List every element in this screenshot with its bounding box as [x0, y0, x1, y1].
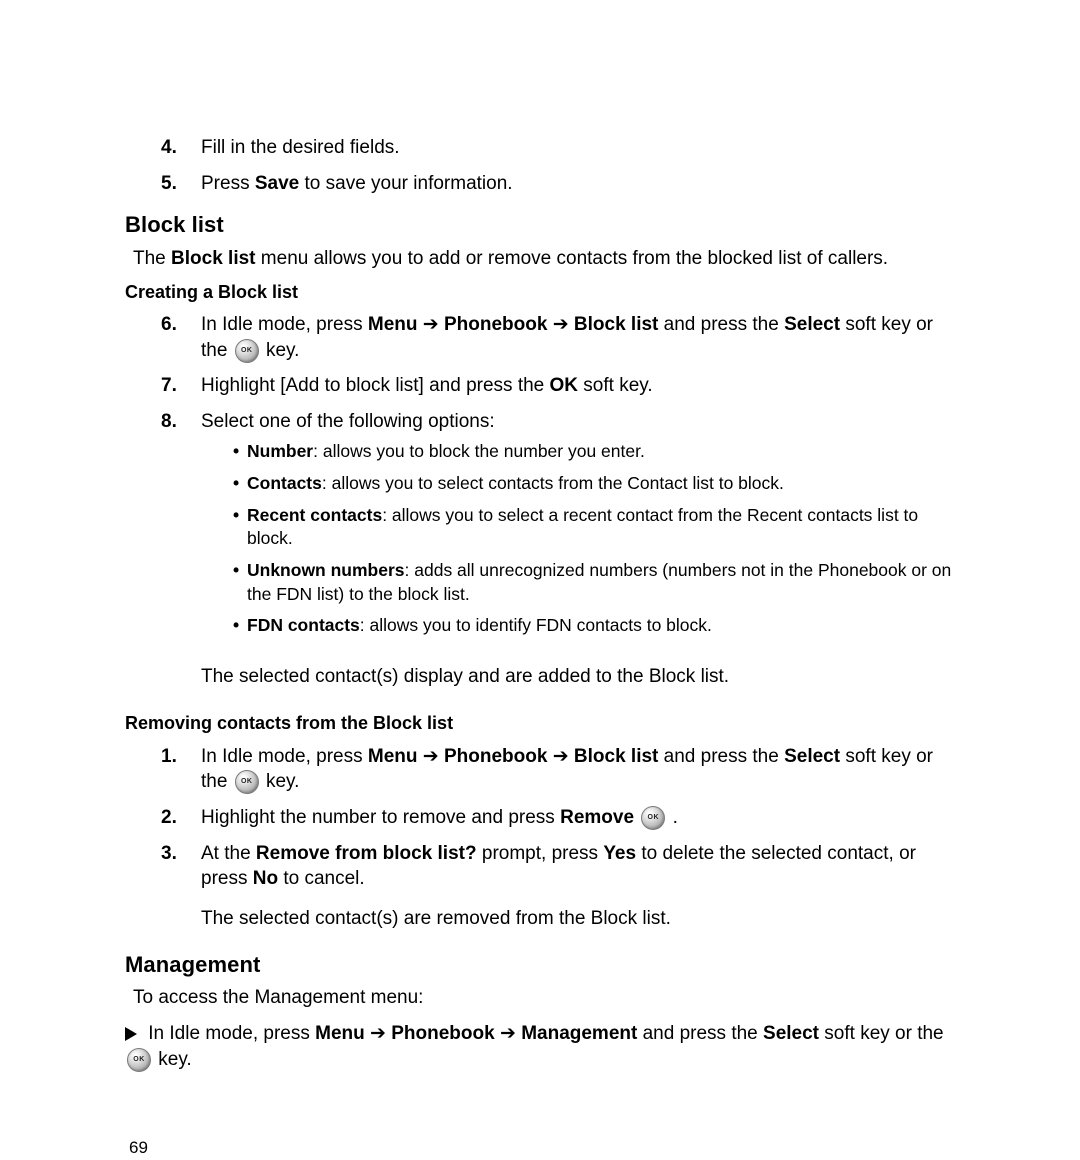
ok-key-icon: [235, 339, 259, 363]
management-step: In Idle mode, press Menu ➔ Phonebook ➔ M…: [125, 1021, 960, 1072]
heading-management: Management: [125, 950, 960, 980]
step-text: Select one of the following options: Num…: [195, 409, 960, 646]
step-text: Fill in the desired fields.: [195, 135, 960, 161]
heading-creating-block-list: Creating a Block list: [125, 280, 960, 304]
ok-key-icon: [235, 770, 259, 794]
step-number: 1.: [125, 744, 195, 795]
step-number: 7.: [125, 373, 195, 399]
creating-steps: 6. In Idle mode, press Menu ➔ Phonebook …: [125, 312, 960, 646]
step-text: Highlight [Add to block list] and press …: [195, 373, 960, 399]
removing-steps: 1. In Idle mode, press Menu ➔ Phonebook …: [125, 744, 960, 932]
bullet-recent-contacts: Recent contacts: allows you to select a …: [247, 504, 960, 551]
step-number: 5.: [125, 171, 195, 197]
creating-result-text: The selected contact(s) display and are …: [201, 664, 960, 690]
step-5: 5. Press Save to save your information.: [125, 171, 960, 197]
options-bullets: Number: allows you to block the number y…: [201, 440, 960, 637]
heading-removing-block-list: Removing contacts from the Block list: [125, 711, 960, 735]
bullet-fdn-contacts: FDN contacts: allows you to identify FDN…: [247, 614, 960, 638]
remove-step-1: 1. In Idle mode, press Menu ➔ Phonebook …: [125, 744, 960, 795]
ok-key-icon: [127, 1048, 151, 1072]
bullet-unknown-numbers: Unknown numbers: adds all unrecognized n…: [247, 559, 960, 606]
remove-step-2: 2. Highlight the number to remove and pr…: [125, 805, 960, 831]
heading-block-list: Block list: [125, 210, 960, 240]
step-number: 4.: [125, 135, 195, 161]
management-intro: To access the Management menu:: [133, 985, 960, 1011]
page-number: 69: [125, 1137, 960, 1160]
step-number: 3.: [125, 841, 195, 932]
bullet-number: Number: allows you to block the number y…: [247, 440, 960, 464]
block-list-intro: The Block list menu allows you to add or…: [133, 246, 960, 272]
step-number: 2.: [125, 805, 195, 831]
step-text: Highlight the number to remove and press…: [195, 805, 960, 831]
step-text: Press Save to save your information.: [195, 171, 960, 197]
step-8: 8. Select one of the following options: …: [125, 409, 960, 646]
removing-result-text: The selected contact(s) are removed from…: [201, 906, 960, 932]
bullet-contacts: Contacts: allows you to select contacts …: [247, 472, 960, 496]
step-7: 7. Highlight [Add to block list] and pre…: [125, 373, 960, 399]
step-text: At the Remove from block list? prompt, p…: [195, 841, 960, 932]
step-number: 8.: [125, 409, 195, 646]
step-6: 6. In Idle mode, press Menu ➔ Phonebook …: [125, 312, 960, 363]
ok-key-icon: [641, 806, 665, 830]
step-4: 4. Fill in the desired fields.: [125, 135, 960, 161]
step-text: In Idle mode, press Menu ➔ Phonebook ➔ B…: [195, 744, 960, 795]
step-text: In Idle mode, press Menu ➔ Phonebook ➔ B…: [195, 312, 960, 363]
remove-step-3: 3. At the Remove from block list? prompt…: [125, 841, 960, 932]
manual-page: 4. Fill in the desired fields. 5. Press …: [0, 0, 1080, 1160]
triangle-bullet-icon: [125, 1027, 137, 1041]
step-number: 6.: [125, 312, 195, 363]
top-steps-list: 4. Fill in the desired fields. 5. Press …: [125, 135, 960, 196]
